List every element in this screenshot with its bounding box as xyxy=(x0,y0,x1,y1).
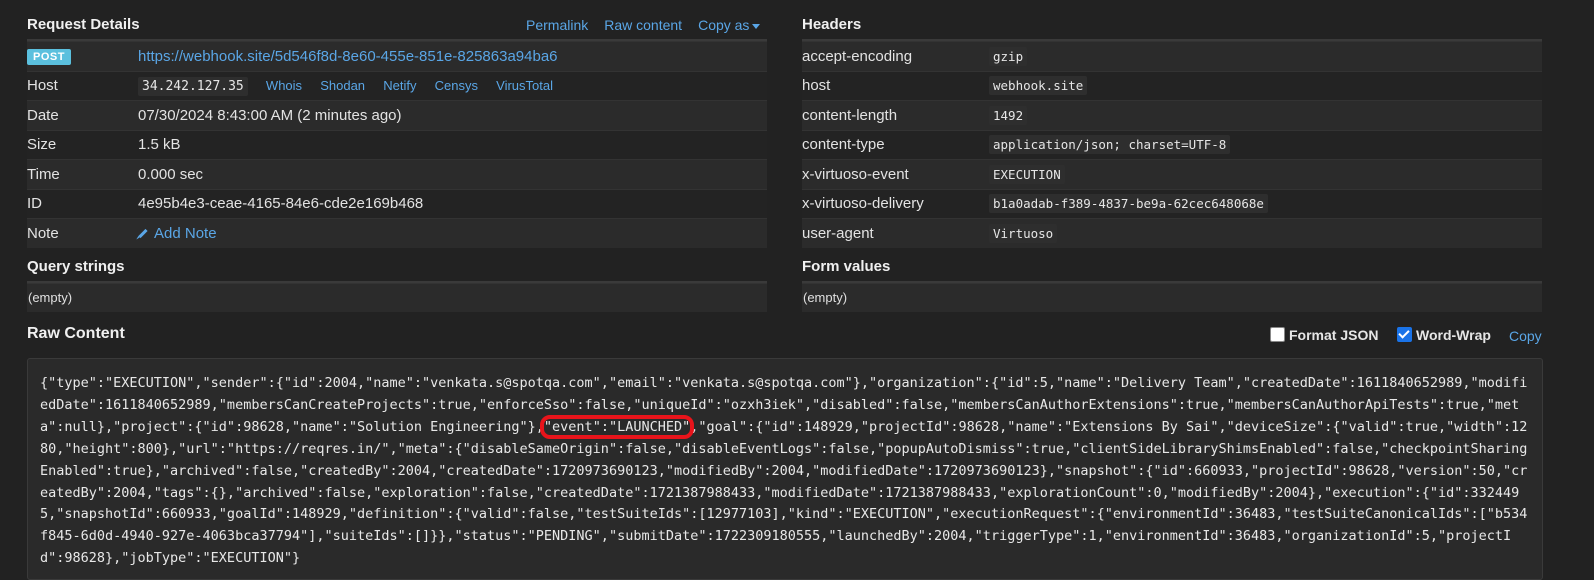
size-value: 1.5 kB xyxy=(138,129,767,160)
table-row: content-length 1492 xyxy=(802,100,1542,130)
header-value: b1a0adab-f389-4837-be9a-62cec648068e xyxy=(989,194,1268,214)
size-label: Size xyxy=(27,129,138,160)
table-row: host webhook.site xyxy=(802,70,1542,101)
copy-raw-button[interactable]: Copy xyxy=(1509,328,1542,344)
time-value: 0.000 sec xyxy=(138,159,767,189)
request-links: Permalink Raw content Copy as xyxy=(510,17,761,33)
header-key: accept-encoding xyxy=(802,41,989,71)
table-row: Time 0.000 sec xyxy=(27,159,767,189)
raw-content-title: Raw Content xyxy=(27,325,125,342)
add-note-label: Add Note xyxy=(154,224,217,242)
table-row: accept-encoding gzip xyxy=(802,41,1542,71)
permalink-link[interactable]: Permalink xyxy=(526,17,588,33)
header-value: application/json; charset=UTF-8 xyxy=(989,135,1231,155)
table-row: x-virtuoso-event EXECUTION xyxy=(802,159,1542,189)
table-row: POST https://webhook.site/5d546f8d-8e60-… xyxy=(27,41,767,71)
time-label: Time xyxy=(27,159,138,189)
query-strings-value: (empty) xyxy=(27,283,767,312)
header-value: EXECUTION xyxy=(989,164,1065,184)
request-details-table: POST https://webhook.site/5d546f8d-8e60-… xyxy=(27,41,767,248)
method-badge: POST xyxy=(27,49,71,66)
format-json-checkbox[interactable] xyxy=(1270,327,1285,342)
header-value: gzip xyxy=(989,46,1028,66)
form-values-title: Form values xyxy=(802,258,891,275)
host-value: 34.242.127.35 xyxy=(138,77,248,97)
header-value: webhook.site xyxy=(989,76,1088,96)
table-row: ID 4e95b4e3-ceae-4165-84e6-cde2e169b468 xyxy=(27,188,767,219)
header-key: x-virtuoso-event xyxy=(802,159,989,189)
raw-content-link[interactable]: Raw content xyxy=(604,17,682,33)
date-value: 07/30/2024 8:43:00 AM (2 minutes ago) xyxy=(138,100,767,130)
header-key: host xyxy=(802,70,989,101)
highlighted-event: "event":"LAUNCHED" xyxy=(539,414,695,439)
table-row: user-agent Virtuoso xyxy=(802,218,1542,248)
word-wrap-label: Word-Wrap xyxy=(1416,327,1491,343)
add-note-button[interactable]: Add Note xyxy=(138,225,217,242)
format-json-toggle[interactable]: Format JSON xyxy=(1270,327,1378,343)
censys-link[interactable]: Censys xyxy=(435,78,478,93)
whois-link[interactable]: Whois xyxy=(266,78,302,93)
note-label: Note xyxy=(27,218,138,248)
header-key: content-type xyxy=(802,129,989,160)
word-wrap-toggle[interactable]: Word-Wrap xyxy=(1397,327,1491,343)
table-row: Date 07/30/2024 8:43:00 AM (2 minutes ag… xyxy=(27,100,767,130)
header-value: Virtuoso xyxy=(989,223,1058,243)
headers-title: Headers xyxy=(802,16,862,33)
table-row: content-type application/json; charset=UT… xyxy=(802,129,1542,160)
table-row: x-virtuoso-delivery b1a0adab-f389-4837-be… xyxy=(802,188,1542,219)
raw-text-after: ,"goal":{"id":148929,"projectId":98628,"… xyxy=(40,418,1528,567)
word-wrap-checkbox[interactable] xyxy=(1397,327,1412,342)
host-label: Host xyxy=(27,70,138,101)
raw-content-box: {"type":"EXECUTION","sender":{"id":2004,… xyxy=(27,358,1543,580)
request-details-title: Request Details xyxy=(27,16,140,33)
id-label: ID xyxy=(27,188,138,219)
raw-content-text[interactable]: {"type":"EXECUTION","sender":{"id":2004,… xyxy=(40,373,1532,570)
virustotal-link[interactable]: VirusTotal xyxy=(496,78,553,93)
netify-link[interactable]: Netify xyxy=(383,78,416,93)
header-key: user-agent xyxy=(802,218,989,248)
table-row: Host 34.242.127.35 Whois Shodan Netify C… xyxy=(27,70,767,101)
id-value: 4e95b4e3-ceae-4165-84e6-cde2e169b468 xyxy=(138,188,767,219)
table-row: Size 1.5 kB xyxy=(27,129,767,160)
headers-table: accept-encoding gzip host webhook.site con… xyxy=(802,41,1542,248)
header-key: x-virtuoso-delivery xyxy=(802,188,989,219)
pencil-icon xyxy=(138,229,148,239)
caret-down-icon xyxy=(752,23,761,29)
format-json-label: Format JSON xyxy=(1289,327,1379,343)
shodan-link[interactable]: Shodan xyxy=(320,78,365,93)
date-label: Date xyxy=(27,100,138,130)
header-value: 1492 xyxy=(989,105,1028,125)
header-key: content-length xyxy=(802,100,989,130)
query-strings-title: Query strings xyxy=(27,258,125,275)
form-values-value: (empty) xyxy=(802,283,1542,312)
copy-as-dropdown[interactable]: Copy as xyxy=(698,17,761,33)
table-row: Note Add Note xyxy=(27,218,767,248)
copy-as-label: Copy as xyxy=(698,17,750,33)
request-url-link[interactable]: https://webhook.site/5d546f8d-8e60-455e-… xyxy=(138,48,558,65)
